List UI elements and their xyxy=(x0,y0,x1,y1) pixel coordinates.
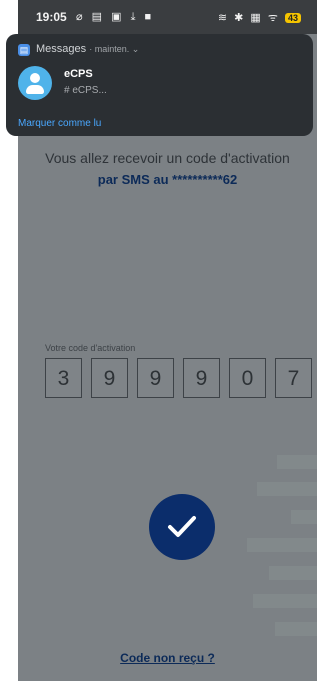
code-digit-4[interactable]: 9 xyxy=(183,358,220,398)
messages-app-icon: ▤ xyxy=(18,44,30,56)
notification-card[interactable]: ▤ Messages · mainten. ⌄ eCPS # eCPS... M… xyxy=(6,34,313,136)
bg-stripe xyxy=(257,482,317,496)
confirm-button[interactable] xyxy=(149,494,215,560)
mark-as-read-button[interactable]: Marquer comme lu xyxy=(18,118,101,129)
bg-stripe xyxy=(291,510,317,524)
notification-app: Messages · mainten. ⌄ xyxy=(36,43,139,55)
bg-stripe xyxy=(275,622,317,636)
code-input[interactable]: 3 9 9 9 0 7 xyxy=(45,358,312,398)
status-bar: 19:05 ⌀ ▤ ▣ ⤓ ■ ≋ ✱ ▦ ᯤ 43 xyxy=(18,0,317,34)
notification-icons: ⌀ ▤ ▣ ⤓ ■ xyxy=(76,11,155,23)
page: 19:05 ⌀ ▤ ▣ ⤓ ■ ≋ ✱ ▦ ᯤ 43 Vous allez re… xyxy=(0,0,333,681)
system-icons: ≋ ✱ ▦ ᯤ 43 xyxy=(218,10,301,25)
notification-app-sub[interactable]: · mainten. ⌄ xyxy=(89,44,139,54)
code-digit-1[interactable]: 3 xyxy=(45,358,82,398)
code-digit-2[interactable]: 9 xyxy=(91,358,128,398)
code-digit-3[interactable]: 9 xyxy=(137,358,174,398)
phone-number-text: par SMS au **********62 xyxy=(97,172,238,187)
bg-stripe xyxy=(253,594,317,608)
bg-stripe xyxy=(277,455,317,469)
sms-info-text: Vous allez recevoir un code d'activation xyxy=(45,150,290,166)
bg-stripe xyxy=(269,566,317,580)
notification-title: eCPS xyxy=(64,68,93,80)
code-not-received-link[interactable]: Code non reçu ? xyxy=(18,651,317,665)
battery-icon: 43 xyxy=(284,13,301,23)
code-label: Votre code d'activation xyxy=(45,343,136,353)
contact-avatar-icon xyxy=(18,66,52,100)
wifi-bluetooth-signal-icons: ≋ ✱ ▦ ᯤ xyxy=(217,12,280,24)
code-digit-5[interactable]: 0 xyxy=(229,358,266,398)
bg-stripe xyxy=(247,538,317,552)
notification-text: # eCPS... xyxy=(64,85,107,96)
checkmark-icon xyxy=(168,516,196,537)
status-time: 19:05 xyxy=(36,10,67,24)
notification-app-name: Messages xyxy=(36,43,87,55)
code-digit-6[interactable]: 7 xyxy=(275,358,312,398)
